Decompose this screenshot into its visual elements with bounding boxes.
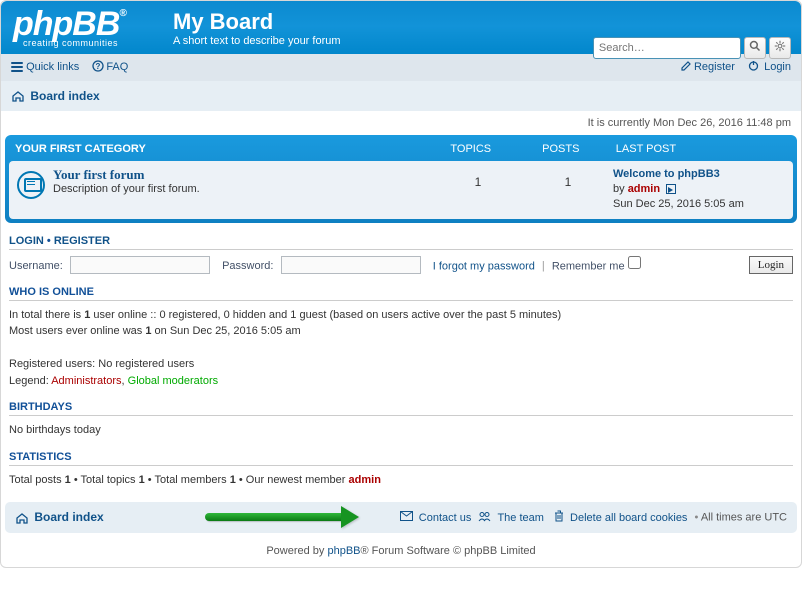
- register-link[interactable]: Register: [681, 61, 735, 73]
- phpbb-link[interactable]: phpBB: [327, 545, 360, 557]
- birthdays-section: BIRTHDAYS No birthdays today: [1, 397, 801, 447]
- login-section: LOGIN • REGISTER Login Username: Passwor…: [1, 231, 801, 282]
- login-link[interactable]: Login: [748, 61, 791, 73]
- trash-icon: [554, 510, 564, 525]
- footer-board-index-link[interactable]: Board index: [34, 510, 103, 524]
- forum-icon: [17, 171, 45, 199]
- password-input[interactable]: [281, 256, 421, 274]
- faq-link[interactable]: ?FAQ: [92, 61, 128, 73]
- who-is-online-section: WHO IS ONLINE In total there is 1 user o…: [1, 282, 801, 398]
- current-time: It is currently Mon Dec 26, 2016 11:48 p…: [1, 111, 801, 133]
- last-post-title-link[interactable]: Welcome to phpBB3: [613, 168, 720, 180]
- home-icon: [11, 90, 25, 102]
- registered-users: Registered users: No registered users: [9, 358, 194, 370]
- legend-admins-link[interactable]: Administrators: [51, 375, 121, 387]
- timezone-text: All times are UTC: [701, 512, 787, 524]
- help-icon: ?: [92, 60, 104, 75]
- col-header-posts: POSTS: [516, 143, 606, 155]
- power-icon: [748, 60, 759, 74]
- search-button[interactable]: [744, 37, 766, 59]
- forum-last-post: Welcome to phpBB3 by admin Sun Dec 25, 2…: [613, 167, 783, 213]
- delete-cookies-link[interactable]: Delete all board cookies: [570, 512, 687, 524]
- login-submit-button[interactable]: Login: [749, 256, 793, 274]
- home-icon: [15, 512, 29, 524]
- forum-title-link[interactable]: Your first forum: [53, 167, 144, 182]
- col-header-lastpost: LAST POST: [616, 143, 676, 155]
- envelope-icon: [400, 511, 413, 524]
- breadcrumb: Board index: [1, 81, 801, 111]
- who-heading: WHO IS ONLINE: [9, 286, 793, 301]
- menu-icon: [11, 60, 23, 74]
- settings-button[interactable]: [769, 37, 791, 59]
- phpbb-logo[interactable]: phpBB® creating communities: [13, 9, 126, 48]
- birthdays-text: No birthdays today: [9, 422, 793, 439]
- forgot-password-link[interactable]: I forgot my password: [433, 260, 535, 272]
- last-post-time: Sun Dec 25, 2016 5:05 am: [613, 198, 744, 210]
- team-icon: [478, 511, 491, 525]
- category-name[interactable]: YOUR FIRST CATEGORY: [15, 143, 146, 155]
- remember-me-checkbox[interactable]: [628, 256, 641, 269]
- credits: Powered by phpBB® Forum Software © phpBB…: [1, 537, 801, 567]
- goto-last-post-icon[interactable]: [666, 184, 676, 194]
- footer-nav: Board index Contact us The team Delete a…: [5, 502, 797, 533]
- last-post-author-link[interactable]: admin: [628, 183, 660, 195]
- forum-description: Description of your first forum.: [53, 183, 433, 195]
- birthdays-heading: BIRTHDAYS: [9, 401, 793, 416]
- team-link[interactable]: The team: [497, 512, 543, 524]
- forum-topics-count: 1: [433, 167, 523, 189]
- username-label: Username:: [9, 260, 63, 272]
- statistics-heading: STATISTICS: [9, 451, 793, 466]
- newest-member-link[interactable]: admin: [349, 474, 381, 486]
- col-header-topics: TOPICS: [426, 143, 516, 155]
- category-block: YOUR FIRST CATEGORY TOPICS POSTS LAST PO…: [5, 135, 797, 223]
- annotation-arrow: [205, 506, 365, 528]
- remember-me-label: Remember me: [552, 260, 625, 272]
- svg-text:?: ?: [96, 62, 101, 71]
- board-index-link[interactable]: Board index: [30, 89, 99, 103]
- register-icon: [681, 60, 692, 74]
- username-input[interactable]: [70, 256, 210, 274]
- quick-links-menu[interactable]: Quick links: [11, 61, 79, 73]
- board-title: My Board: [173, 9, 789, 35]
- statistics-section: STATISTICS Total posts 1 • Total topics …: [1, 447, 801, 497]
- login-heading-link[interactable]: LOGIN: [9, 235, 44, 247]
- search-input[interactable]: [593, 37, 741, 59]
- register-heading-link[interactable]: REGISTER: [54, 235, 110, 247]
- site-header: phpBB® creating communities My Board A s…: [1, 1, 801, 54]
- forum-posts-count: 1: [523, 167, 613, 189]
- legend-mods-link[interactable]: Global moderators: [128, 375, 219, 387]
- contact-us-link[interactable]: Contact us: [419, 512, 472, 524]
- password-label: Password:: [222, 260, 273, 272]
- forum-row: Your first forum Description of your fir…: [9, 161, 793, 219]
